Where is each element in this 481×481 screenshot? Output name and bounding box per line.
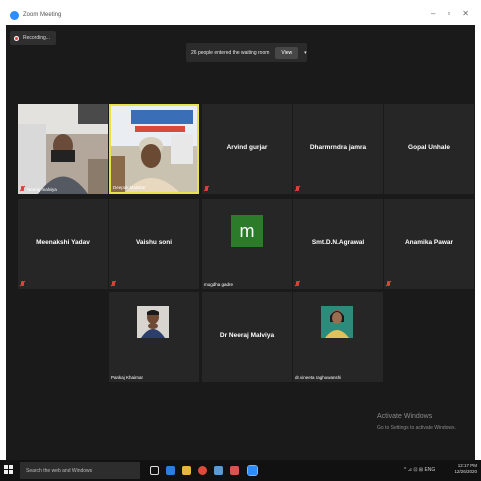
participant-label: Deepak Malakar [113, 185, 146, 190]
participant-tile-vaishu-soni[interactable]: Vaishu soni [109, 199, 199, 289]
participant-tile-dr-vineeta-raghuwanshi[interactable]: dr.vineeta raghuwanshi [293, 292, 383, 382]
participant-tile-deepak-malakar[interactable]: Deepak Malakar [109, 104, 199, 194]
participant-tile-dharmendra-jamra[interactable]: Dharmrndra jamra [293, 104, 383, 194]
participant-name: Dharmrndra jamra [309, 144, 367, 151]
participant-name: Meenakshi Yadav [36, 239, 90, 246]
participant-name: Smt.D.N.Agrawal [311, 239, 365, 246]
zoom-taskbar-icon[interactable] [247, 465, 258, 476]
participant-label: mugdha gadre [204, 282, 234, 287]
muted-mic-icon [111, 281, 116, 287]
task-view-icon[interactable] [150, 466, 159, 475]
participant-label: Neeraj malviya [27, 187, 57, 192]
participant-name: Arvind gurjar [226, 144, 268, 151]
participant-label: dr.vineeta raghuwanshi [295, 375, 342, 380]
zoom-window: Zoom Meeting – ▫ ✕ Recording... 26 peopl… [6, 5, 475, 460]
zoom-app-icon [10, 10, 19, 20]
participant-name: Anamika Pawar [404, 239, 454, 246]
participant-name: Vaishu soni [135, 239, 173, 246]
muted-mic-icon [20, 281, 25, 287]
participant-tile-smt-dn-agrawal[interactable]: Smt.D.N.Agrawal [293, 199, 383, 289]
muted-mic-icon [204, 186, 209, 192]
chevron-down-icon[interactable]: ▾ [304, 50, 307, 56]
view-waiting-room-button[interactable]: View [275, 46, 299, 59]
system-tray[interactable]: ^ ⊿ ⊡ ⊞ ENG [404, 467, 435, 473]
waiting-room-text: 26 people entered the waiting room [191, 49, 270, 56]
muted-mic-icon [295, 281, 300, 287]
avatar: m [231, 215, 263, 247]
chrome-icon[interactable] [198, 466, 207, 475]
record-dot-icon [14, 35, 19, 41]
muted-mic-icon [20, 186, 25, 192]
taskbar-clock[interactable]: 12:17 PM 12/26/2020 [454, 463, 477, 475]
muted-mic-icon [295, 186, 300, 192]
participant-tile-anamika-pawar[interactable]: Anamika Pawar [384, 199, 474, 289]
participant-tile-neeraj-malviya[interactable]: Neeraj malviya [18, 104, 108, 194]
store-icon[interactable] [214, 466, 223, 475]
edge-browser-icon[interactable] [166, 466, 175, 475]
participant-tile-dr-neeraj-malviya[interactable]: Dr Neeraj Malviya [202, 292, 292, 382]
participant-tile-pankaj-khairnar[interactable]: Pankaj Khairnar [109, 292, 199, 382]
close-button[interactable]: ✕ [462, 9, 469, 18]
waiting-room-notice: 26 people entered the waiting room View … [186, 43, 307, 62]
participant-label: Pankaj Khairnar [111, 375, 144, 380]
participant-video [18, 104, 108, 194]
window-controls: – ▫ ✕ [431, 9, 469, 18]
participant-tile-gopal-unhale[interactable]: Gopal Unhale [384, 104, 474, 194]
profile-photo [137, 306, 169, 338]
recording-label: Recording... [23, 35, 50, 41]
activate-windows-title: Activate Windows [377, 413, 433, 420]
search-placeholder: Search the web and Windows [26, 467, 93, 474]
windows-taskbar: Search the web and Windows ^ ⊿ ⊡ ⊞ ENG 1… [0, 460, 481, 481]
window-title: Zoom Meeting [23, 12, 62, 18]
muted-mic-icon [386, 281, 391, 287]
file-explorer-icon[interactable] [182, 466, 191, 475]
activate-windows-subtitle: Go to Settings to activate Windows. [377, 425, 456, 431]
app-icon[interactable] [230, 466, 239, 475]
windows-start-icon[interactable] [4, 465, 14, 475]
participant-video [111, 106, 197, 192]
participant-name: Dr Neeraj Malviya [219, 332, 275, 339]
participant-name: Gopal Unhale [408, 144, 450, 151]
clock-date: 12/26/2020 [454, 469, 477, 474]
recording-indicator[interactable]: Recording... [10, 31, 56, 45]
profile-photo [321, 306, 353, 338]
video-gallery: Recording... 26 people entered the waiti… [6, 25, 475, 460]
participant-tile-meenakshi-yadav[interactable]: Meenakshi Yadav [18, 199, 108, 289]
restore-button[interactable]: ▫ [447, 9, 450, 18]
title-bar: Zoom Meeting – ▫ ✕ [6, 5, 475, 25]
taskbar-search-input[interactable]: Search the web and Windows [20, 462, 140, 479]
participant-tile-mugdha-gadre[interactable]: m mugdha gadre [202, 199, 292, 289]
participant-tile-arvind-gurjar[interactable]: Arvind gurjar [202, 104, 292, 194]
minimize-button[interactable]: – [431, 9, 435, 18]
